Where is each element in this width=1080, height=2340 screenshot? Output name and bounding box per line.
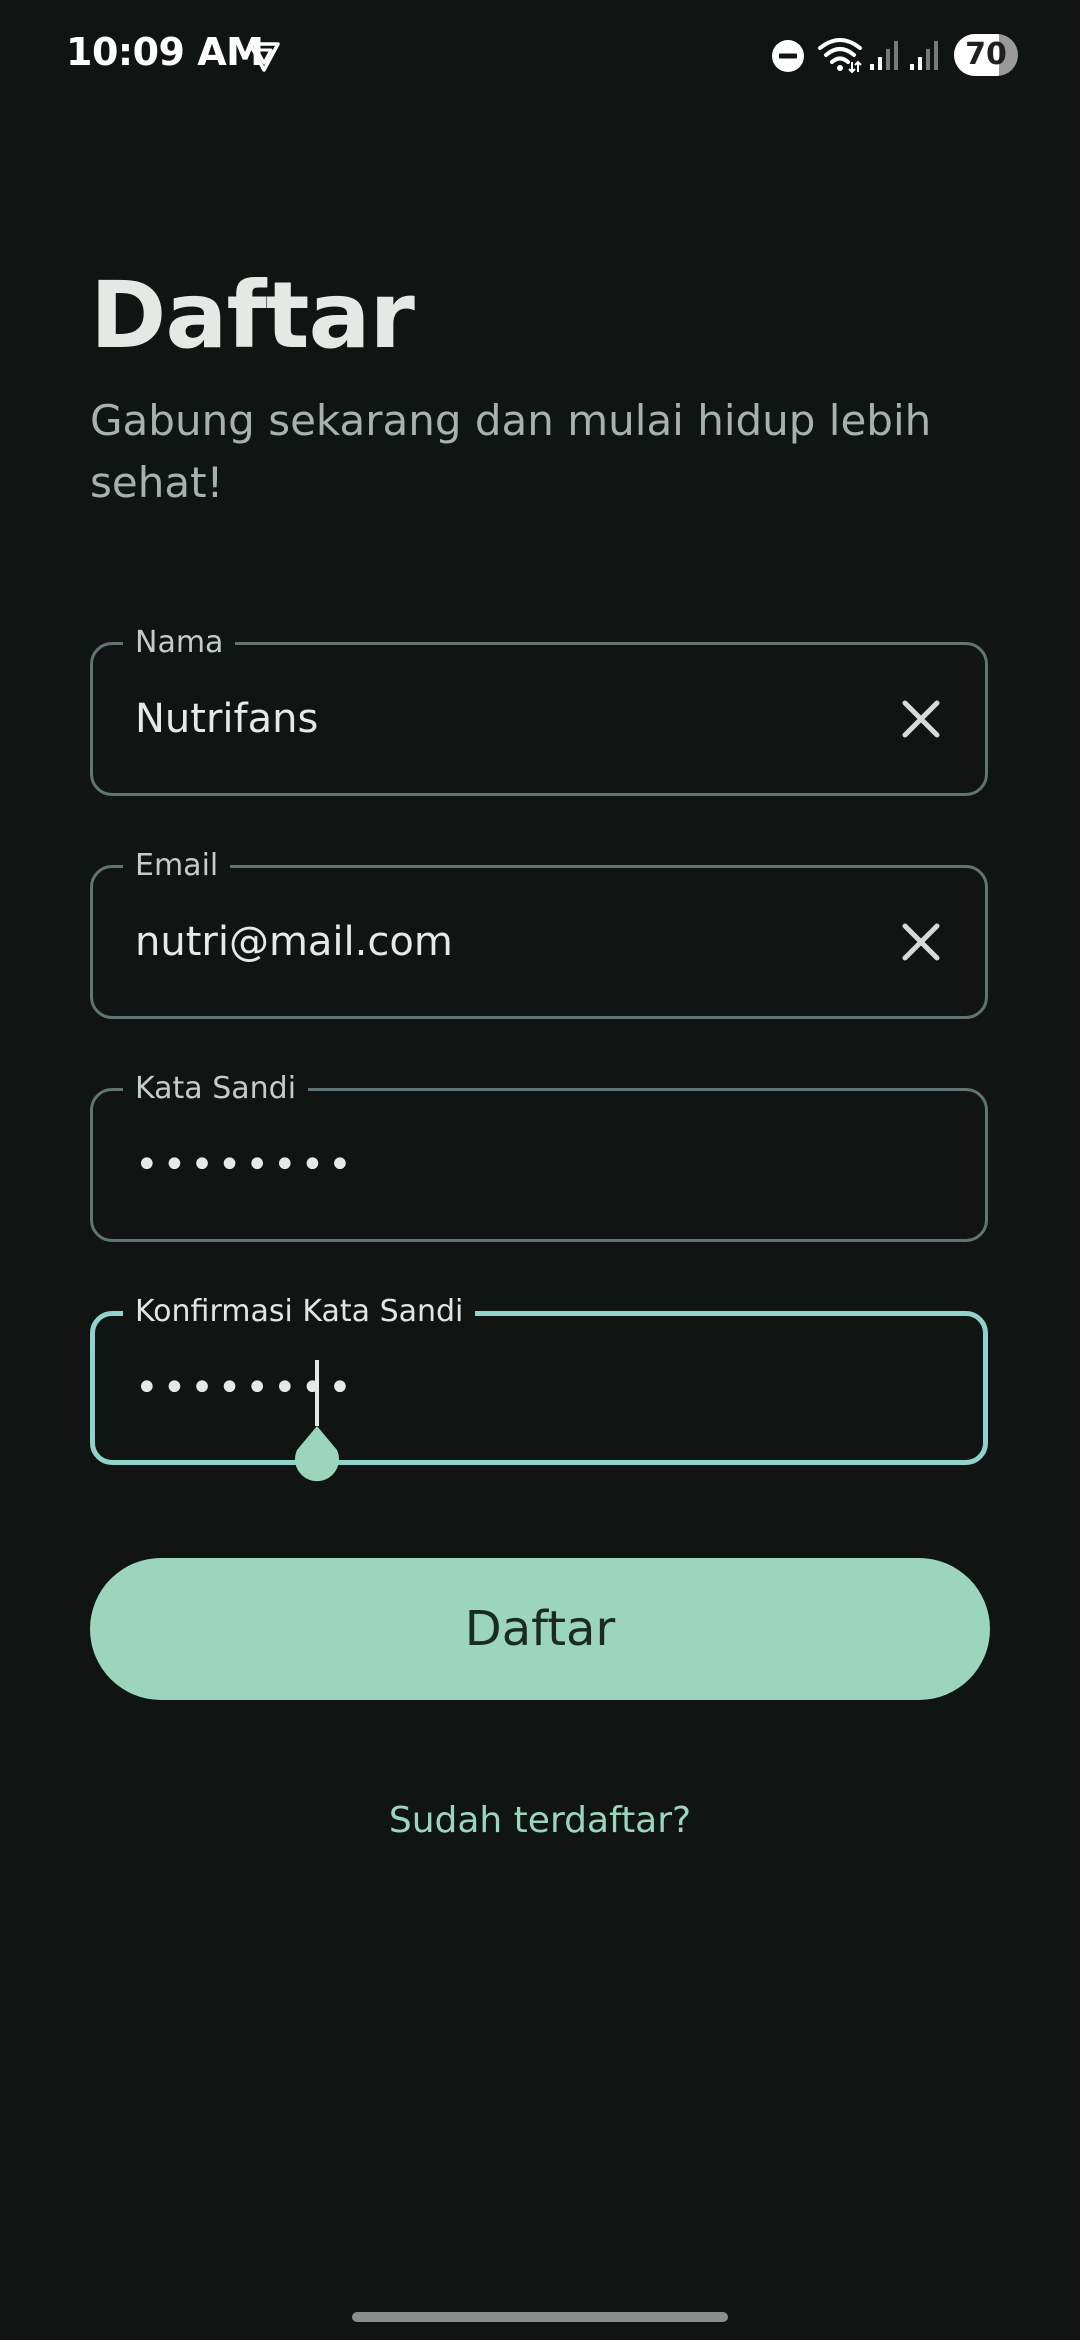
cursor-handle-icon[interactable]: [287, 1424, 347, 1484]
already-registered-link[interactable]: Sudah terdaftar?: [0, 1800, 1080, 1841]
name-field[interactable]: Nama Nutrifans: [90, 625, 988, 796]
email-field[interactable]: Email nutri@mail.com: [90, 848, 988, 1019]
vpn-icon: [248, 42, 280, 72]
do-not-disturb-icon: [772, 40, 804, 72]
name-field-value[interactable]: Nutrifans: [135, 645, 318, 793]
clear-name-icon[interactable]: [897, 695, 945, 743]
password-field-value[interactable]: ••••••••: [135, 1091, 356, 1239]
confirm-password-field[interactable]: Konfirmasi Kata Sandi ••••••••: [90, 1294, 988, 1482]
home-indicator[interactable]: [352, 2312, 728, 2322]
clear-email-icon[interactable]: [897, 918, 945, 966]
battery-indicator: 70: [954, 34, 1018, 76]
page-title: Daftar: [90, 262, 415, 369]
password-field[interactable]: Kata Sandi ••••••••: [90, 1071, 988, 1242]
wifi-icon: [818, 38, 862, 74]
page-subtitle: Gabung sekarang dan mulai hidup lebih se…: [90, 396, 932, 507]
signal-icon: [870, 41, 898, 70]
text-cursor: [315, 1360, 319, 1426]
register-button[interactable]: Daftar: [90, 1558, 990, 1700]
register-screen: 10:09 AM 70 Daftar Gabung sekarang dan m…: [0, 0, 1080, 2340]
signal-icon: [910, 41, 938, 70]
email-field-value[interactable]: nutri@mail.com: [135, 868, 453, 1016]
status-time: 10:09 AM: [66, 30, 264, 74]
battery-level: 70: [965, 37, 1007, 72]
status-bar: 10:09 AM 70: [0, 0, 1080, 110]
